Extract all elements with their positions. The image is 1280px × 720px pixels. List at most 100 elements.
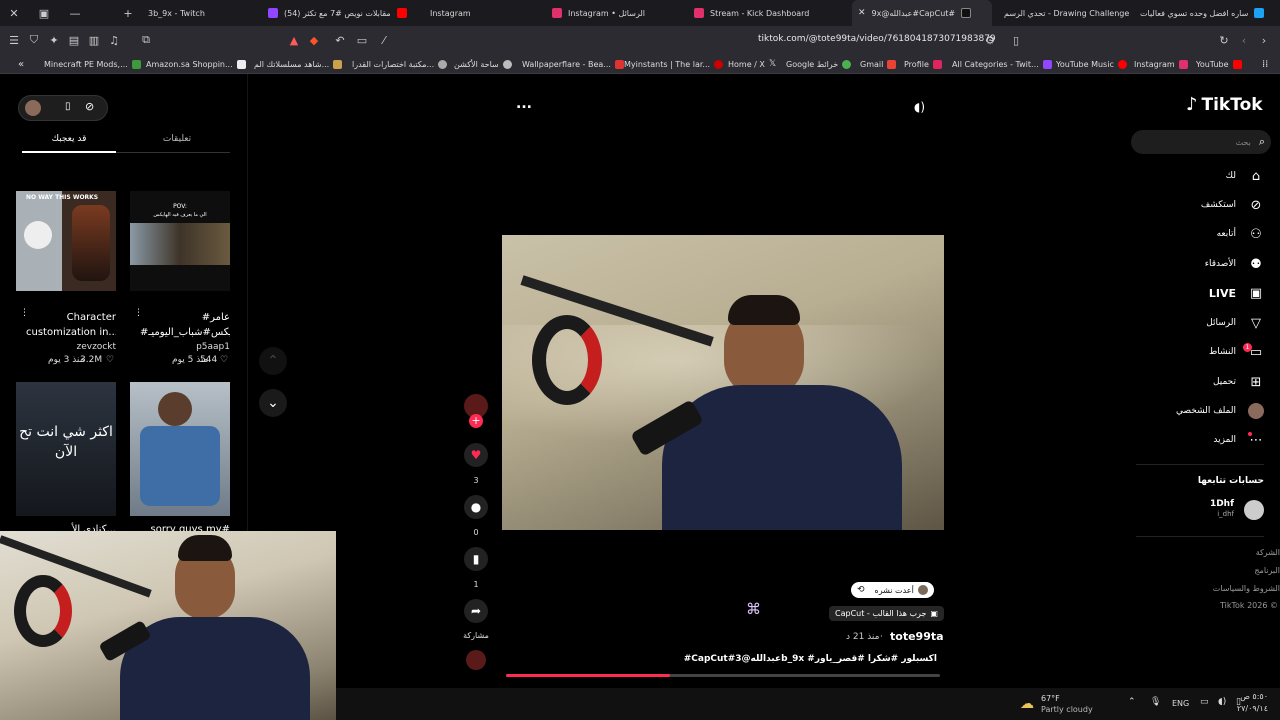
bookmark-icon[interactable]: ▯ — [1008, 32, 1024, 48]
share-button[interactable]: ➦ — [464, 599, 488, 623]
footer-link[interactable]: الشروط والسياسات — [1190, 584, 1280, 593]
bookmarks-overflow-icon[interactable]: « — [18, 57, 24, 71]
share-icon[interactable]: ↶ — [332, 32, 348, 48]
avatar[interactable] — [25, 100, 41, 116]
tab-twitch[interactable]: 3b_9x - Twitch — [142, 0, 260, 26]
volume-icon[interactable]: ◖) — [1218, 697, 1226, 707]
search-input[interactable]: بحث ⌕ — [1131, 130, 1271, 154]
bookmark-item[interactable]: All Categories - Twit... — [952, 57, 1052, 71]
bookmark-item[interactable]: Google خرائط — [786, 57, 852, 71]
bookmark-item[interactable]: ساحة الأكشن — [454, 57, 512, 71]
video-thumbnail[interactable]: POV: الي ما يعرف فيه الهايكس — [130, 191, 230, 291]
clock-date[interactable]: ٢٧/٠٩/١٤ — [1228, 704, 1268, 713]
bookmark-item[interactable]: Wallpaperflare - Bea... — [522, 57, 624, 71]
tab-comments[interactable]: تعليقات — [130, 134, 224, 144]
tab-youtube[interactable]: (54) مقابلات نويص #7 مع تكثر — [262, 0, 420, 26]
network-icon[interactable]: ▭ — [1200, 697, 1209, 707]
plus-square-icon: ⊞ — [1250, 374, 1262, 390]
previous-video-button[interactable]: ⌃ — [259, 347, 287, 375]
volume-icon[interactable]: ◖) — [914, 100, 925, 114]
tab-kick[interactable]: Stream - Kick Dashboard — [688, 0, 830, 26]
tab-manager-icon[interactable]: ▣ — [36, 5, 52, 21]
back-icon[interactable]: › — [1256, 32, 1272, 48]
toolbar-pill: ▯ ⊘ — [18, 95, 108, 121]
video-author[interactable]: tote99ta — [890, 630, 944, 643]
language-indicator[interactable]: ENG — [1172, 699, 1189, 708]
bookmarks-menu-icon[interactable]: ⁞⁞ — [1262, 57, 1268, 71]
cast-icon[interactable]: ▭ — [354, 32, 370, 48]
bookmark-item[interactable]: Amazon.sa Shoppin... — [146, 57, 246, 71]
bookmark-item[interactable]: Gmail — [860, 57, 897, 71]
extensions-icon[interactable]: ✦ — [46, 32, 62, 48]
nav-explore[interactable]: استكشف ⊘ — [1201, 195, 1264, 215]
nav-profile[interactable]: الملف الشخصي — [1176, 401, 1264, 421]
twitter-icon — [1254, 8, 1265, 18]
microphone-icon[interactable]: 🎙 — [1150, 697, 1161, 707]
forward-icon[interactable]: ‹ — [1236, 32, 1252, 48]
tab-drawing[interactable]: تحدي الرسم - Drawing Challenge — [998, 0, 1130, 26]
explore-icon[interactable]: ⊘ — [85, 100, 94, 113]
next-video-button[interactable]: ⌄ — [259, 389, 287, 417]
capcut-template-link[interactable]: CapCut - جرب هذا القالب ▣ — [829, 606, 944, 621]
like-button[interactable]: ♥ — [464, 443, 488, 467]
tiktok-logo[interactable]: ♪ TikTok — [1186, 94, 1263, 115]
nav-upload[interactable]: تحميل ⊞ — [1213, 372, 1264, 392]
more-options-button[interactable]: ... — [516, 96, 532, 112]
save-button[interactable]: ▮ — [464, 547, 488, 571]
nav-messages[interactable]: الرسائل ▽ — [1206, 313, 1264, 333]
bookmark-item[interactable]: Minecraft PE Mods,... — [44, 57, 141, 71]
tab-you-may-like[interactable]: قد يعجبك — [22, 134, 116, 144]
video-author[interactable]: p5aap1 — [180, 342, 230, 352]
tab-sara[interactable]: ساره افضل وحده تسوي فعاليات — [1134, 0, 1280, 26]
music-icon[interactable]: ♫ — [106, 32, 122, 48]
sidebar-icon[interactable]: ▥ — [86, 32, 102, 48]
search-icon[interactable]: ⌕ — [1259, 135, 1265, 149]
bookmark-item[interactable]: Profile — [904, 57, 942, 71]
screenshot-icon[interactable]: ⧉ — [138, 32, 154, 48]
bookmark-item[interactable]: مكتبة اختصارات القدرا... — [352, 57, 448, 71]
url-bar[interactable]: tiktok.com/@tote99ta/video/7618041873071… — [758, 34, 996, 44]
tray-chevron-icon[interactable]: ⌃ — [1128, 697, 1136, 707]
reload-icon[interactable]: ↻ — [1216, 32, 1232, 48]
brave-shield-icon[interactable]: ◆ — [306, 32, 322, 48]
new-tab-icon[interactable]: + — [120, 5, 136, 21]
footer-link[interactable]: البرنامج — [1200, 566, 1280, 575]
video-thumbnail[interactable]: NO WAY THIS WORKS — [16, 191, 116, 291]
nav-following[interactable]: أتابعه ⚇ — [1217, 224, 1264, 244]
wallpaper-icon — [614, 59, 624, 69]
nav-more[interactable]: المزيد ⋯ — [1213, 430, 1264, 450]
clock-time[interactable]: ٥:٥٠ ص — [1234, 692, 1268, 701]
video-thumbnail[interactable]: اكثر شي انت تح الآن — [16, 382, 116, 516]
brave-rewards-icon[interactable]: ▲ — [286, 32, 302, 48]
tabs-icon[interactable]: ▤ — [66, 32, 82, 48]
tab-instagram-messages[interactable]: Instagram • الرسائل — [546, 0, 688, 26]
bookmark-item[interactable]: Myinstants | The lar... — [624, 57, 724, 71]
tab-instagram[interactable]: Instagram — [424, 0, 544, 26]
video-author[interactable]: zevzockt — [76, 342, 116, 352]
close-window-icon[interactable]: ✕ — [6, 5, 22, 21]
footer-link[interactable]: الشركة — [1200, 548, 1280, 557]
video-thumbnail[interactable] — [130, 382, 230, 516]
bookmark-item[interactable]: Instagram — [1134, 57, 1188, 71]
menu-icon[interactable]: ☰ — [6, 32, 22, 48]
comment-button[interactable]: ● — [464, 495, 488, 519]
youtube-icon — [396, 8, 407, 18]
following-account[interactable]: 1Dhf i_dhf — [1140, 498, 1264, 522]
close-tab-icon[interactable]: ✕ — [858, 8, 866, 18]
minimize-icon[interactable]: — — [67, 5, 83, 21]
device-icon[interactable]: ▯ — [65, 101, 71, 112]
bookmark-item[interactable]: YouTube — [1196, 57, 1242, 71]
nav-live[interactable]: LIVE ▣ — [1209, 283, 1264, 303]
follow-plus-icon[interactable]: + — [469, 414, 483, 428]
sound-disc[interactable] — [466, 650, 486, 670]
translate-icon[interactable]: ⁄ — [376, 32, 392, 48]
nav-for-you[interactable]: لك ⌂ — [1226, 166, 1264, 186]
nav-activity[interactable]: النشاط ▭ — [1209, 342, 1264, 362]
nav-friends[interactable]: الأصدقاء ⚉ — [1205, 254, 1264, 274]
shield-icon[interactable]: ⛉ — [26, 32, 42, 48]
tab-tiktok-active[interactable]: ✕ 9x@عبدالله#CapCut# — [852, 0, 992, 26]
bookmark-item[interactable]: شاهد مسلسلاتك الم... — [254, 57, 343, 71]
bookmark-item[interactable]: YouTube Music — [1056, 57, 1127, 71]
bookmark-item[interactable]: Home / X𝕏 — [728, 57, 776, 71]
more-dot — [1248, 432, 1252, 436]
